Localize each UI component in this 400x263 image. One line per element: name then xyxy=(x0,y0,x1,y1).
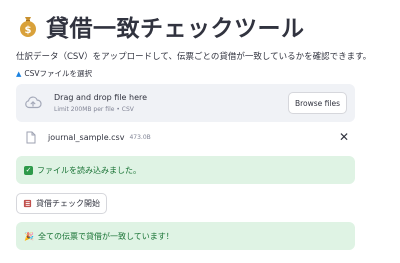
file-loaded-success-alert: ✓ ファイルを読み込みました。 xyxy=(16,156,355,184)
party-popper-icon: 🎉 xyxy=(24,231,34,241)
dropzone-title: Drag and drop file here xyxy=(54,93,148,102)
file-dropzone[interactable]: Drag and drop file here Limit 200MB per … xyxy=(16,84,355,122)
svg-text:$: $ xyxy=(25,25,32,36)
app-page: $ 貸借一致チェックツール 仕訳データ（CSV）をアップロードして、伝票ごとの貸… xyxy=(0,0,400,263)
cloud-upload-icon xyxy=(25,96,42,109)
remove-file-close-icon[interactable]: ✕ xyxy=(339,130,349,144)
balance-result-message: 全ての伝票で貸借が一致しています！ xyxy=(37,231,174,241)
money-bag-icon: $ xyxy=(20,17,36,37)
uploader-label: ▲ CSVファイルを選択 xyxy=(16,68,355,79)
file-icon xyxy=(26,131,36,143)
run-balance-check-button[interactable]: 貸借チェック開始 xyxy=(16,193,107,214)
dropzone-subtitle: Limit 200MB per file • CSV xyxy=(54,106,134,113)
check-mark-icon: ✓ xyxy=(24,165,33,175)
upload-arrow-icon: ▲ xyxy=(16,69,22,78)
file-name: journal_sample.csv xyxy=(48,132,125,142)
ledger-book-icon xyxy=(23,199,32,208)
page-title-text: 貸借一致チェックツール xyxy=(46,16,305,42)
uploader-label-text: CSVファイルを選択 xyxy=(24,69,93,78)
page-description: 仕訳データ（CSV）をアップロードして、伝票ごとの貸借が一致しているかを確認でき… xyxy=(16,52,372,62)
file-size: 473.0B xyxy=(129,133,151,141)
run-balance-check-label: 貸借チェック開始 xyxy=(36,199,100,208)
dropzone-text: Drag and drop file here Limit 200MB per … xyxy=(54,92,288,114)
uploaded-file-row: journal_sample.csv 473.0B ✕ xyxy=(16,126,355,148)
page-title: $ 貸借一致チェックツール xyxy=(16,8,355,44)
browse-files-button[interactable]: Browse files xyxy=(287,92,347,114)
balance-result-success-alert: 🎉 全ての伝票で貸借が一致しています！ xyxy=(16,222,355,250)
file-loaded-message: ファイルを読み込みました。 xyxy=(37,165,141,175)
